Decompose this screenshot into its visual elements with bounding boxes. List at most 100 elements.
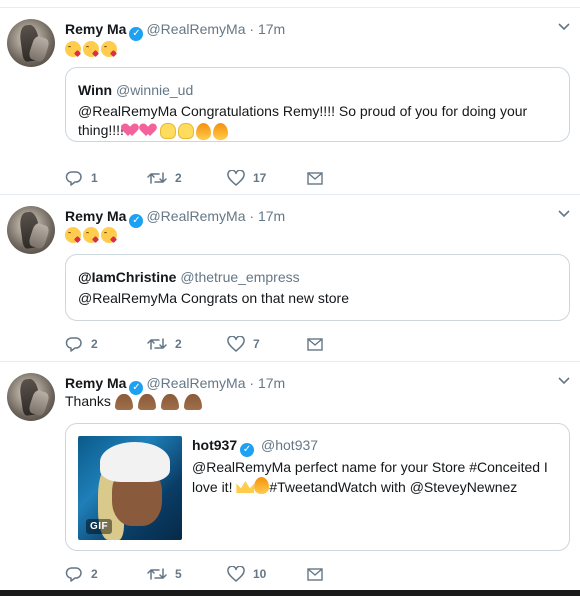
reply-icon	[65, 567, 82, 582]
envelope-icon	[307, 567, 323, 581]
reply-button[interactable]: 2	[65, 334, 98, 354]
quoted-text-line: @RealRemyMa perfect name for your Store …	[192, 459, 548, 475]
fire-emoji-icon	[254, 477, 270, 494]
chevron-down-icon[interactable]	[558, 210, 570, 220]
avatar[interactable]	[7, 206, 55, 254]
quoted-text-line-2: love it! #TweetandWatch with @SteveyNewn…	[192, 477, 557, 497]
quoted-tweet-text: @RealRemyMa Congrats on that new store	[78, 290, 349, 306]
quoted-author-handle: @thetrue_empress	[180, 269, 300, 285]
quoted-tweet[interactable]: @IamChristine @thetrue_empress @RealRemy…	[65, 254, 570, 321]
tweet[interactable]: Remy Ma ✓ @RealRemyMa · 17m @IamChristine …	[0, 195, 580, 362]
envelope-icon	[307, 337, 323, 351]
like-count: 10	[253, 567, 267, 581]
direct-message-button[interactable]	[307, 168, 323, 188]
direct-message-button[interactable]	[307, 334, 323, 354]
author-handle[interactable]: @RealRemyMa	[146, 375, 245, 391]
verified-badge-icon: ✓	[240, 443, 255, 457]
author-name[interactable]: Remy Ma	[65, 208, 126, 224]
tweet[interactable]: Remy Ma ✓ @RealRemyMa · 17m Thanks GIF hot…	[0, 362, 580, 590]
quoted-text-line-2: thing!!!!	[78, 121, 557, 140]
heart-icon	[227, 336, 245, 352]
direct-message-button[interactable]	[307, 564, 323, 584]
timestamp[interactable]: 17m	[258, 21, 285, 37]
like-button[interactable]: 10	[227, 564, 266, 584]
separator: ·	[249, 375, 255, 391]
reply-icon	[65, 337, 82, 352]
author-name[interactable]: Remy Ma	[65, 375, 126, 391]
chevron-down-icon[interactable]	[558, 377, 570, 387]
author-handle[interactable]: @RealRemyMa	[146, 21, 245, 37]
kissing-heart-emoji-icon	[101, 227, 117, 244]
two-hearts-emoji-icon	[142, 123, 158, 137]
quoted-tweet[interactable]: Winn @winnie_ud @RealRemyMa Congratulati…	[65, 67, 570, 142]
like-count: 7	[253, 337, 260, 351]
bottom-edge	[0, 590, 580, 596]
gif-image-hat	[100, 442, 170, 482]
reply-button[interactable]: 2	[65, 564, 98, 584]
quoted-author-name: Winn	[78, 82, 113, 98]
heart-icon	[227, 170, 245, 186]
tweet-text	[65, 39, 117, 58]
retweet-count: 5	[175, 567, 182, 581]
quoted-tweet-text: @RealRemyMa Congratulations Remy!!!! So …	[78, 102, 557, 140]
folded-hands-emoji-icon	[137, 394, 156, 411]
quoted-text-line: @RealRemyMa Congratulations Remy!!!! So …	[78, 103, 528, 119]
quoted-text-part-2: #TweetandWatch with @SteveyNewnez	[269, 479, 518, 495]
retweet-count: 2	[175, 171, 182, 185]
envelope-icon	[307, 171, 323, 185]
chevron-down-icon[interactable]	[558, 23, 570, 33]
retweet-button[interactable]: 2	[147, 168, 182, 188]
emoji-row	[65, 41, 117, 58]
avatar[interactable]	[7, 19, 55, 67]
like-button[interactable]: 17	[227, 168, 266, 188]
emoji-row	[124, 122, 228, 140]
two-hearts-emoji-icon	[124, 123, 140, 137]
author-handle[interactable]: @RealRemyMa	[146, 208, 245, 224]
timestamp[interactable]: 17m	[258, 375, 285, 391]
tweet-text-content: Thanks	[65, 393, 111, 409]
retweet-icon	[147, 568, 167, 580]
tweet-text	[65, 225, 117, 244]
reply-count: 2	[91, 567, 98, 581]
reply-count: 1	[91, 171, 98, 185]
like-button[interactable]: 7	[227, 334, 260, 354]
emoji-row	[114, 394, 205, 411]
quoted-author-handle: @hot937	[261, 437, 319, 453]
kissing-heart-emoji-icon	[83, 41, 99, 58]
kissing-heart-emoji-icon	[65, 227, 81, 244]
retweet-icon	[147, 172, 167, 184]
clapping-hands-emoji-icon	[177, 122, 194, 139]
quoted-tweet[interactable]: GIF hot937 ✓ @hot937 @RealRemyMa perfect …	[65, 423, 570, 551]
verified-badge-icon: ✓	[129, 27, 144, 41]
avatar[interactable]	[7, 373, 55, 421]
folded-hands-emoji-icon	[160, 394, 179, 411]
quoted-author-handle: @winnie_ud	[115, 82, 194, 98]
gif-thumbnail[interactable]: GIF	[78, 436, 182, 540]
crown-emoji-icon	[236, 481, 255, 493]
retweet-icon	[147, 338, 167, 350]
quoted-tweet-header: @IamChristine @thetrue_empress	[78, 268, 300, 286]
quoted-author-name: @IamChristine	[78, 269, 177, 285]
retweet-button[interactable]: 5	[147, 564, 182, 584]
author-name[interactable]: Remy Ma	[65, 21, 126, 37]
tweet[interactable]: Remy Ma ✓ @RealRemyMa · 17m Winn @winnie_u…	[0, 8, 580, 195]
retweet-button[interactable]: 2	[147, 334, 182, 354]
reply-count: 2	[91, 337, 98, 351]
separator: ·	[249, 21, 255, 37]
kissing-heart-emoji-icon	[83, 227, 99, 244]
quoted-tweet-text: @RealRemyMa perfect name for your Store …	[192, 457, 557, 497]
separator: ·	[249, 208, 255, 224]
fire-emoji-icon	[212, 122, 228, 140]
quoted-author-name: hot937	[192, 437, 238, 453]
tweet-header: Remy Ma ✓ @RealRemyMa · 17m	[65, 20, 285, 41]
like-count: 17	[253, 171, 267, 185]
kissing-heart-emoji-icon	[65, 41, 81, 58]
clapping-hands-emoji-icon	[159, 122, 176, 139]
emoji-row	[65, 227, 117, 244]
retweet-count: 2	[175, 337, 182, 351]
timestamp[interactable]: 17m	[258, 208, 285, 224]
quoted-tweet-header: hot937 ✓ @hot937	[192, 436, 318, 457]
tweet-text: Thanks	[65, 392, 205, 411]
reply-button[interactable]: 1	[65, 168, 98, 188]
fire-emoji-icon	[195, 122, 211, 140]
